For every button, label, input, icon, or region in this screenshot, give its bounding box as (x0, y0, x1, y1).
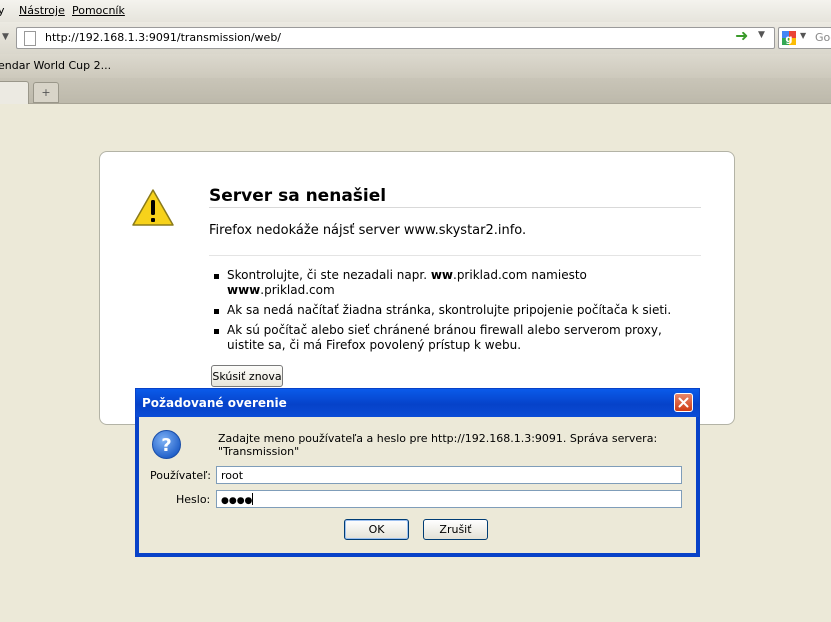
dialog-border (136, 553, 699, 556)
address-bar[interactable]: http://192.168.1.3:9091/transmission/web… (16, 26, 775, 49)
close-icon (678, 397, 689, 408)
url-text[interactable]: http://192.168.1.3:9091/transmission/web… (45, 31, 281, 44)
bookmark-item[interactable]: endar World Cup 2... (0, 59, 111, 72)
error-title: Server sa nenašiel (209, 186, 387, 206)
svg-text:g: g (785, 34, 792, 45)
suggestion-bold: www (227, 283, 261, 297)
go-arrow-icon[interactable]: ➜ (735, 26, 748, 45)
menu-item-partial[interactable]: y (0, 4, 5, 17)
retry-button[interactable]: Skúsiť znova (211, 365, 283, 387)
search-placeholder: Goo (815, 31, 831, 44)
text-caret (252, 493, 254, 505)
suggestion-item: Ak sa nedá načítať žiadna stránka, skont… (213, 303, 683, 318)
menu-item-tools[interactable]: Nástroje (19, 4, 65, 17)
tab-current[interactable] (0, 81, 29, 104)
search-engine-dropdown-icon[interactable]: ▼ (800, 31, 806, 40)
error-description: Firefox nedokáže nájsť server www.skysta… (209, 223, 527, 238)
close-button[interactable] (674, 393, 693, 412)
password-field[interactable]: ●●●● (216, 490, 682, 508)
dialog-titlebar[interactable]: Požadované overenie (136, 389, 699, 417)
google-icon[interactable]: g (782, 31, 796, 45)
menu-item-help[interactable]: Pomocník (72, 4, 125, 17)
cancel-button[interactable]: Zrušiť (423, 519, 488, 540)
suggestion-bold: ww (430, 268, 453, 282)
url-history-dropdown-icon[interactable]: ▼ (758, 30, 765, 40)
dialog-title: Požadované overenie (142, 396, 287, 410)
suggestion-text: Skontrolujte, či ste nezadali napr. (227, 268, 431, 282)
search-box[interactable]: g ▼ Goo (778, 27, 831, 49)
password-mask: ●●●● (221, 496, 253, 506)
suggestion-text: .priklad.com namiesto (453, 268, 587, 282)
suggestion-item: Skontrolujte, či ste nezadali napr. ww.p… (213, 268, 683, 298)
username-value: root (221, 469, 244, 482)
page-icon (24, 31, 36, 46)
back-history-dropdown-icon[interactable]: ▼ (2, 32, 9, 42)
suggestion-item: Ak sú počítač alebo sieť chránené bránou… (213, 323, 683, 353)
new-tab-button[interactable]: + (33, 82, 59, 103)
username-field[interactable]: root (216, 466, 682, 484)
tab-strip: + (0, 78, 831, 104)
suggestion-list: Skontrolujte, či ste nezadali napr. ww.p… (213, 268, 683, 358)
dialog-border (136, 417, 139, 554)
dialog-message: Zadajte meno používateľa a heslo pre htt… (218, 432, 658, 458)
auth-dialog: Požadované overenie ? Zadajte meno použí… (135, 388, 700, 557)
svg-text:?: ? (161, 435, 171, 456)
plus-icon: + (41, 86, 51, 99)
question-icon: ? (152, 430, 181, 459)
menu-bar: y Nástroje Pomocník (0, 0, 831, 22)
username-label: Používateľ: (150, 469, 211, 482)
ok-button[interactable]: OK (344, 519, 409, 540)
divider (209, 255, 701, 256)
bookmarks-toolbar: endar World Cup 2... (0, 54, 831, 78)
warning-icon (132, 189, 174, 226)
suggestion-text: .priklad.com (260, 283, 335, 297)
password-label: Heslo: (176, 493, 211, 506)
divider (209, 207, 701, 208)
